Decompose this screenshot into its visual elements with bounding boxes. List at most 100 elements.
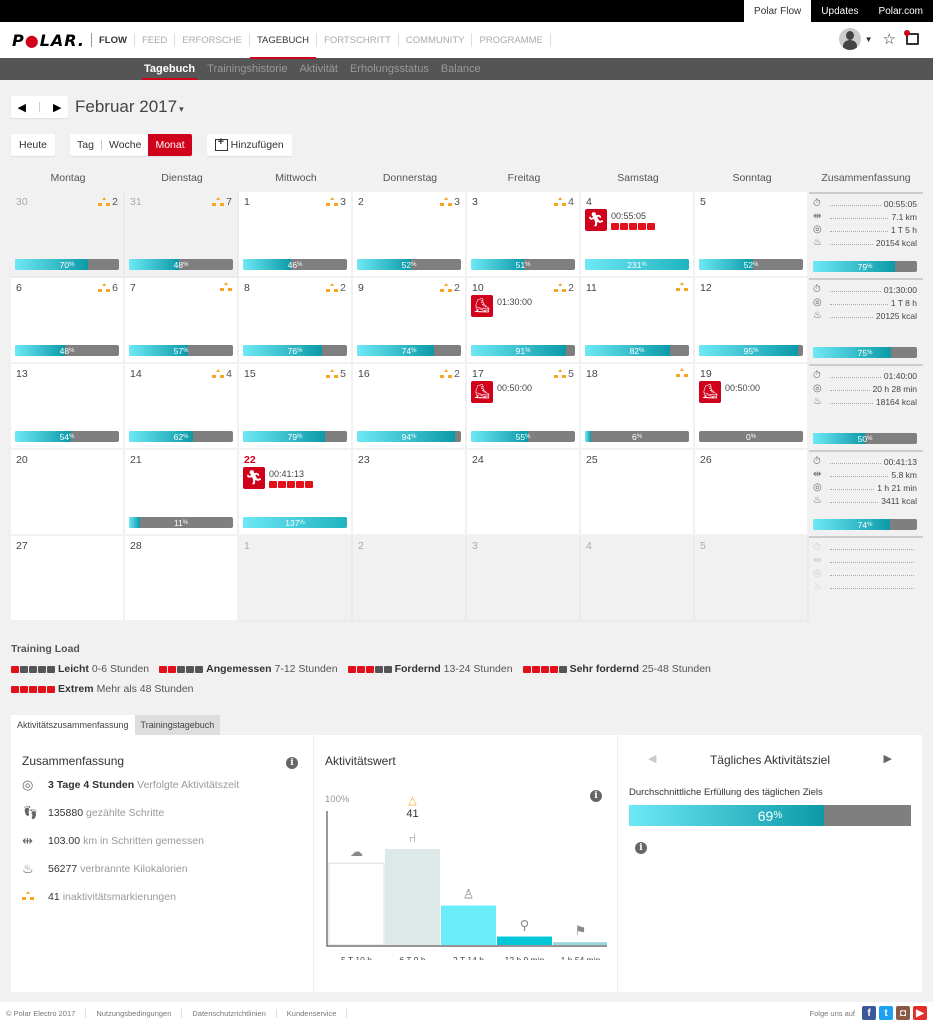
- day-cell[interactable]: 28: [125, 536, 239, 622]
- training-session[interactable]: ⛸︎ 00:50:00: [471, 381, 532, 403]
- nav-feed[interactable]: FEED: [133, 33, 174, 47]
- training-session[interactable]: ⛸︎ 01:30:00: [471, 295, 532, 317]
- day-cell[interactable]: 5 52%: [695, 192, 809, 278]
- day-cell[interactable]: 14 4 62%: [125, 364, 239, 450]
- subnav-trainingshistorie[interactable]: Trainingshistorie: [207, 58, 287, 80]
- day-cell[interactable]: 18 6%: [581, 364, 695, 450]
- inactivity-count: 2: [454, 282, 460, 294]
- view-month-button[interactable]: Monat: [148, 134, 192, 156]
- facebook-icon[interactable]: f: [862, 1006, 876, 1020]
- info-icon[interactable]: i: [635, 842, 647, 854]
- twitter-icon[interactable]: t: [879, 1006, 893, 1020]
- nav-flow[interactable]: FLOW: [90, 33, 134, 47]
- day-cell[interactable]: 10 2 ⛸︎ 01:30:00 91%: [467, 278, 581, 364]
- today-button[interactable]: Heute: [11, 134, 56, 156]
- stopwatch-icon: ⏱: [813, 198, 821, 209]
- day-cell[interactable]: 30 2 70%: [11, 192, 125, 278]
- messages-icon[interactable]: [904, 30, 919, 45]
- day-cell[interactable]: 17 5 ⛸︎ 00:50:00 55%: [467, 364, 581, 450]
- day-cell[interactable]: 12 95%: [695, 278, 809, 364]
- day-cell[interactable]: 13 54%: [11, 364, 125, 450]
- day-cell[interactable]: 2: [353, 536, 467, 622]
- view-week-button[interactable]: Woche: [102, 134, 149, 156]
- goal-bar-label: 11%: [173, 517, 189, 528]
- topbar-link-updates[interactable]: Updates: [811, 0, 868, 22]
- footer-link-terms[interactable]: Nutzungsbedingungen: [86, 1008, 183, 1018]
- day-cell[interactable]: 16 2 94%: [353, 364, 467, 450]
- summary-value: 3411 kcal: [881, 495, 917, 506]
- day-cell[interactable]: 11 82%: [581, 278, 695, 364]
- summary-panel: Zusammenfassung i ◎ 3 Tage 4 Stunden Verfo…: [11, 735, 314, 992]
- day-cell[interactable]: 6 6 48%: [11, 278, 125, 364]
- youtube-icon[interactable]: ▶: [913, 1006, 927, 1020]
- goal-bar: 74%: [357, 345, 461, 356]
- flame-icon: ♨: [22, 861, 34, 876]
- day-cell[interactable]: 27: [11, 536, 125, 622]
- inactivity-icon: [676, 282, 688, 292]
- day-cell[interactable]: 23: [353, 450, 467, 536]
- topbar-link-polar-com[interactable]: Polar.com: [869, 0, 933, 22]
- prev-month-icon[interactable]: ◀: [18, 101, 26, 114]
- day-cell[interactable]: 31 7 48%: [125, 192, 239, 278]
- nav-community[interactable]: COMMUNITY: [397, 33, 472, 47]
- day-cell[interactable]: 24: [467, 450, 581, 536]
- goal-title: Tägliches Aktivitätsziel: [709, 753, 831, 767]
- day-cell[interactable]: 3: [467, 536, 581, 622]
- view-day-button[interactable]: Tag: [70, 134, 101, 156]
- dotted-leader: [830, 562, 914, 563]
- goal-next-icon[interactable]: ▶: [884, 752, 892, 765]
- flame-icon: ♨: [813, 237, 822, 248]
- footer-link-privacy[interactable]: Datenschutzrichtlinien: [182, 1008, 277, 1018]
- day-cell[interactable]: 26: [695, 450, 809, 536]
- tab-aktivitaetszusammenfassung[interactable]: Aktivitätszusammenfassung: [11, 715, 135, 735]
- add-button[interactable]: Hinzufügen: [206, 134, 292, 156]
- avatar[interactable]: [838, 28, 861, 50]
- training-session[interactable]: 🏃︎ 00:41:13: [243, 467, 313, 489]
- next-month-icon[interactable]: ▶: [53, 101, 61, 114]
- nav-erforsche[interactable]: ERFORSCHE: [174, 33, 249, 47]
- inactivity-icon: [440, 369, 453, 379]
- inactivity-icon: [22, 889, 48, 904]
- day-cell[interactable]: 1 3 46%: [239, 192, 353, 278]
- day-cell[interactable]: 3 4 51%: [467, 192, 581, 278]
- day-cell[interactable]: 4: [581, 536, 695, 622]
- day-cell[interactable]: 2 3 52%: [353, 192, 467, 278]
- day-cell[interactable]: 19 ⛸︎ 00:50:00 0%: [695, 364, 809, 450]
- week-summary: ⏱ ⇹ ◎ ♨: [809, 536, 923, 622]
- month-dropdown[interactable]: Februar 2017 ▾: [75, 97, 184, 117]
- nav-programme[interactable]: PROGRAMME: [471, 33, 551, 47]
- topbar-link-polar-flow[interactable]: Polar Flow: [744, 0, 812, 22]
- inactivity-icon: [554, 197, 567, 207]
- day-cell[interactable]: 1: [239, 536, 353, 622]
- day-cell[interactable]: 4 🏃︎ 00:55:05 231%: [581, 192, 695, 278]
- subnav-balance[interactable]: Balance: [441, 58, 481, 80]
- subnav-tagebuch[interactable]: Tagebuch: [141, 58, 198, 80]
- day-cell[interactable]: 15 5 79%: [239, 364, 353, 450]
- day-cell[interactable]: 9 2 74%: [353, 278, 467, 364]
- day-cell[interactable]: 20: [11, 450, 125, 536]
- day-cell[interactable]: 7 57%: [125, 278, 239, 364]
- day-cell[interactable]: 21 11%: [125, 450, 239, 536]
- footer-link-support[interactable]: Kundenservice: [277, 1008, 348, 1018]
- day-cell[interactable]: 5: [695, 536, 809, 622]
- training-session[interactable]: 🏃︎ 00:55:05: [585, 209, 655, 231]
- user-menu-caret-icon[interactable]: ▼: [865, 35, 873, 44]
- training-load-indicator: [11, 685, 55, 693]
- dotted-leader: [830, 403, 873, 404]
- subnav-aktivitaet[interactable]: Aktivität: [299, 58, 338, 80]
- day-cell[interactable]: 8 2 76%: [239, 278, 353, 364]
- summary-value: 01:40:00: [883, 370, 917, 381]
- tab-trainingstagebuch[interactable]: Trainingstagebuch: [134, 715, 221, 735]
- info-icon[interactable]: i: [286, 757, 298, 769]
- nav-fortschritt[interactable]: FORTSCHRITT: [316, 33, 398, 47]
- subnav-erholungsstatus[interactable]: Erholungsstatus: [350, 58, 429, 80]
- nav-tagebuch[interactable]: TAGEBUCH: [248, 33, 317, 59]
- week-summary: ⏱ 00:55:05 ⇹ 7.1 km ◎ 1 T 5 h ♨ 20154 kcal 79%: [809, 192, 923, 278]
- header-zusammenfassung: Zusammenfassung: [821, 172, 911, 184]
- day-cell[interactable]: 25: [581, 450, 695, 536]
- polar-logo[interactable]: P●LAR.: [12, 31, 85, 50]
- training-session[interactable]: ⛸︎ 00:50:00: [699, 381, 760, 403]
- favorites-star-icon[interactable]: ☆: [883, 30, 896, 48]
- instagram-icon[interactable]: ◘: [896, 1006, 910, 1020]
- day-cell[interactable]: 22 🏃︎ 00:41:13 137%: [239, 450, 353, 536]
